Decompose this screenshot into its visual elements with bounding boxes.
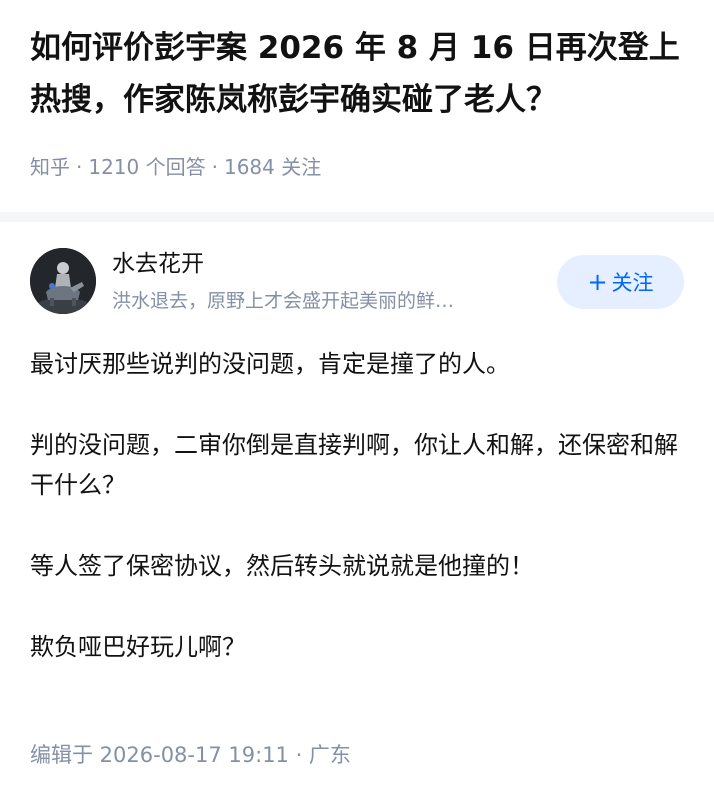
answers-count[interactable]: 1210 个回答 <box>88 155 205 179</box>
answer-content: 最讨厌那些说判的没问题，肯定是撞了的人。 判的没问题，二审你倒是直接判啊，你让人… <box>30 344 690 708</box>
meta-separator: · <box>211 155 218 179</box>
answer-paragraph: 判的没问题，二审你倒是直接判啊，你让人和解，还保密和解干什么？ <box>30 431 678 499</box>
author-name[interactable]: 水去花开 <box>112 248 204 280</box>
question-header: 如何评价彭宇案 2026 年 8 月 16 日再次登上热搜，作家陈岚称彭宇确实碰… <box>0 0 714 212</box>
follow-button[interactable]: + 关注 <box>557 255 684 309</box>
question-meta: 知乎 · 1210 个回答 · 1684 关注 <box>30 152 321 182</box>
source-label[interactable]: 知乎 <box>30 155 70 179</box>
edit-info: 编辑于 2026-08-17 19:11 · 广东 <box>30 743 351 767</box>
followers-count[interactable]: 1684 关注 <box>224 155 321 179</box>
follow-label: 关注 <box>611 271 654 295</box>
plus-icon: + <box>587 268 608 296</box>
answer-paragraph: 等人签了保密协议，然后转头就说就是他撞的！ <box>30 552 534 580</box>
meta-separator: · <box>76 155 83 179</box>
avatar[interactable] <box>30 248 96 314</box>
answer-card: 水去花开 洪水退去，原野上才会盛开起美丽的鲜… + 关注 最讨厌那些说判的没问题，… <box>0 222 714 800</box>
author-bio: 洪水退去，原野上才会盛开起美丽的鲜… <box>112 290 455 312</box>
answer-paragraph: 欺负哑巴好玩儿啊？ <box>30 633 246 661</box>
avatar-rider-icon <box>30 248 96 314</box>
question-title[interactable]: 如何评价彭宇案 2026 年 8 月 16 日再次登上热搜，作家陈岚称彭宇确实碰… <box>30 22 690 126</box>
answer-paragraph: 最讨厌那些说判的没问题，肯定是撞了的人。 <box>30 350 510 378</box>
